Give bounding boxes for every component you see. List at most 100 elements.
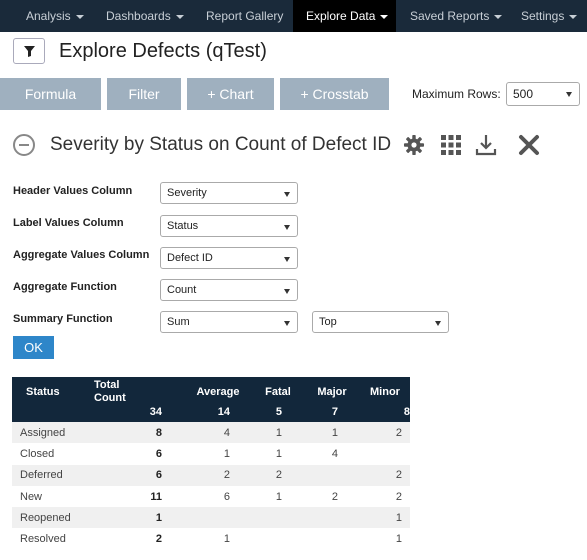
aggregate-function-label: Aggregate Function [13,281,117,293]
cell-average: 2 [172,464,252,486]
column-header-total-count-label: Total Count [94,378,126,404]
column-header-average[interactable]: Average [172,377,252,406]
cell-status: Reopened [12,507,90,529]
cell-fatal: 1 [252,422,304,444]
table-totals-row: 34 14 5 7 8 [12,406,410,422]
chevron-down-icon [284,257,290,262]
chevron-down-icon [175,14,184,19]
total-cell-average: 14 [172,406,252,422]
aggregate-function-select[interactable]: Count [160,279,298,301]
nav-report-gallery[interactable]: Report Gallery [206,0,283,32]
header-values-label: Header Values Column [13,185,133,197]
cell-minor: 2 [360,464,410,486]
chevron-down-icon [75,14,84,19]
cell-major [304,464,360,486]
cell-fatal: 1 [275,490,282,503]
aggregate-values-label: Aggregate Values Column [13,249,150,261]
summary-function-select[interactable]: Sum [160,311,298,333]
summary-position-select[interactable]: Top [312,311,449,333]
cell-minor: 2 [395,490,402,503]
nav-saved-reports[interactable]: Saved Reports [410,0,503,32]
nav-dashboards[interactable]: Dashboards [106,0,184,32]
total-cell-total-count: 34 [90,406,172,422]
page-title: Explore Defects (qTest) [59,40,267,62]
chevron-down-icon [284,289,290,294]
cell-minor: 1 [395,533,402,546]
grid-icon[interactable] [439,133,463,157]
cell-status: Closed [20,447,55,460]
cell-fatal: 1 [275,447,282,460]
cell-average: 4 [172,422,252,444]
filter-toggle-button[interactable] [13,38,45,64]
chevron-down-icon [569,14,578,19]
results-table: Status Total Count Average Fatal Major M… [12,377,410,550]
cell-minor: 2 [360,422,410,444]
aggregate-values-select[interactable]: Defect ID [160,247,298,269]
cell-total: 8 [90,422,172,444]
chevron-down-icon [494,14,503,19]
nav-analysis[interactable]: Analysis [26,0,84,32]
nav-explore-data[interactable]: Explore Data [293,0,396,32]
header-values-value: Severity [167,187,207,199]
cell-fatal [252,507,304,529]
table-row: New 11 6 1 2 2 [12,486,410,507]
formula-button[interactable]: Formula [0,78,101,110]
summary-function-label: Summary Function [13,313,113,325]
total-cell-minor: 8 [360,406,410,422]
label-values-value: Status [167,220,199,232]
table-header-row: Status Total Count Average Fatal Major M… [12,377,410,406]
cell-minor: 1 [360,507,410,529]
chevron-down-icon [380,14,389,19]
cell-total: 11 [150,490,162,503]
max-rows-select[interactable]: 500 [506,82,580,106]
column-header-total-count[interactable]: Total Count [90,377,172,406]
gear-icon[interactable] [402,133,426,157]
collapse-icon[interactable] [13,134,35,156]
total-cell-fatal: 5 [252,406,304,422]
nav-dashboards-label: Dashboards [106,9,171,23]
column-header-major[interactable]: Major [304,377,360,406]
max-rows-label: Maximum Rows: [412,87,501,101]
cell-fatal: 2 [252,464,304,486]
summary-position-value: Top [319,316,337,328]
add-chart-button[interactable]: + Chart [187,78,274,110]
cell-average: 1 [223,447,230,460]
filter-button[interactable]: Filter [107,78,181,110]
ok-button[interactable]: OK [13,336,54,359]
table-row: Assigned 8 4 1 1 2 [12,422,410,444]
aggregate-values-value: Defect ID [167,252,213,264]
cell-fatal [252,528,304,549]
table-row: Reopened 1 1 [12,507,410,529]
cell-status: New [20,490,43,503]
cell-average: 6 [223,490,230,503]
label-values-select[interactable]: Status [160,215,298,237]
cell-major: 1 [304,422,360,444]
column-header-status[interactable]: Status [12,377,90,406]
cell-total: 1 [90,507,172,529]
cell-major [304,507,360,529]
max-rows-value: 500 [513,87,534,101]
close-icon[interactable] [517,133,541,157]
cell-status: Resolved [20,533,66,546]
label-values-label: Label Values Column [13,217,124,229]
cell-status: Deferred [12,464,90,486]
top-nav: Analysis Dashboards Report Gallery Explo… [0,0,587,32]
nav-report-gallery-label: Report Gallery [206,9,284,23]
nav-settings[interactable]: Settings [521,0,578,32]
chevron-down-icon [284,192,290,197]
cell-minor [360,443,410,464]
chevron-down-icon [566,92,572,97]
column-header-fatal[interactable]: Fatal [252,377,304,406]
add-crosstab-button[interactable]: + Crosstab [280,78,389,110]
chevron-down-icon [284,225,290,230]
table-row: Resolved 2 1 1 [12,528,410,549]
column-header-minor[interactable]: Minor [360,377,410,406]
cell-average: 1 [223,533,230,546]
download-icon[interactable] [474,133,498,157]
cell-total: 6 [155,447,162,460]
cell-major: 4 [331,447,338,460]
cell-major: 2 [331,490,338,503]
header-values-select[interactable]: Severity [160,182,298,204]
chevron-down-icon [284,321,290,326]
table-row: Closed 6 1 1 4 [12,443,410,464]
